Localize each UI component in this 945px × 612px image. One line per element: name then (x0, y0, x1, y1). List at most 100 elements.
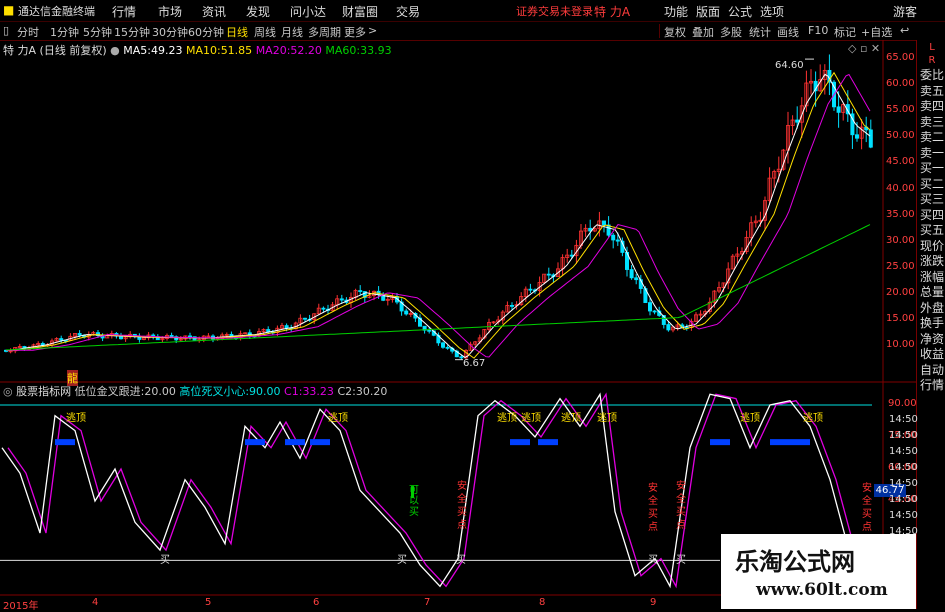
panel-tab[interactable]: 卖五 (919, 84, 945, 99)
period-60min[interactable]: 60分钟 (188, 24, 224, 40)
watermark-url: www.60lt.com (756, 580, 888, 600)
panel-tab[interactable]: 买三 (919, 192, 945, 207)
period-monthly[interactable]: 月线 (281, 24, 303, 40)
panel-tab[interactable]: 买五 (919, 223, 945, 238)
candle-body (440, 342, 445, 348)
panel-tab[interactable]: 买一 (919, 161, 945, 176)
period-15min[interactable]: 15分钟 (114, 24, 150, 40)
param-label: C2: (337, 385, 356, 398)
panel-tab[interactable]: 现价 (919, 239, 945, 254)
tool-multistock[interactable]: 多股 (720, 24, 742, 40)
menu-trade[interactable]: 交易 (396, 3, 420, 20)
trade-time: 14:50 (889, 510, 918, 521)
candle-body (546, 273, 551, 276)
tool-f10[interactable]: F10 (808, 24, 828, 37)
menu-market[interactable]: 市场 (158, 3, 182, 20)
back-icon[interactable]: ↩ (900, 24, 909, 37)
safe-buy-signal: 安全买点 (648, 483, 658, 533)
can-buy-signal: 可以买 (409, 485, 419, 518)
candle-body (169, 335, 174, 338)
candle-body (509, 305, 514, 307)
ma60-line (5, 224, 871, 351)
panel-tab[interactable]: 买四 (919, 208, 945, 223)
period-1min[interactable]: 1分钟 (50, 24, 79, 40)
guest-label[interactable]: 游客 (893, 3, 917, 20)
more-arrow-icon[interactable]: > (368, 24, 377, 37)
candle-body (59, 338, 64, 341)
menu-options[interactable]: 选项 (760, 3, 784, 20)
param-value: 90.00 (249, 385, 281, 398)
panel-tab[interactable]: 卖二 (919, 130, 945, 145)
y-tick: 50.00 (886, 130, 915, 141)
panel-tab[interactable]: 卖一 (919, 146, 945, 161)
tool-overlay[interactable]: 叠加 (692, 24, 714, 40)
panel-tab[interactable]: 收益 (919, 347, 945, 362)
panel-tab[interactable]: 总量 (919, 285, 945, 300)
period-multi[interactable]: 多周期 (308, 24, 341, 40)
candle-body (321, 307, 326, 310)
panel-tab[interactable]: 涨跌 (919, 254, 945, 269)
peak-marker (770, 439, 790, 446)
candle-body (339, 298, 344, 301)
peak-marker (245, 439, 265, 446)
indicator-name[interactable]: 股票指标网 (16, 385, 71, 398)
menu-discover[interactable]: 发现 (246, 3, 270, 20)
tool-add-favorite[interactable]: +自选 (861, 24, 892, 40)
peak-marker (510, 439, 530, 446)
period-weekly[interactable]: 周线 (254, 24, 276, 40)
menu-ask[interactable]: 问小达 (290, 3, 326, 20)
period-daily[interactable]: 日线 (226, 24, 248, 40)
panel-tab[interactable]: 行情 (919, 378, 945, 393)
login-warning[interactable]: 证券交易未登录 (516, 3, 593, 19)
tool-draw[interactable]: 画线 (777, 24, 799, 40)
menu-news[interactable]: 资讯 (202, 3, 226, 20)
app-title: 通达信金融终端 (18, 5, 95, 18)
y-tick: 35.00 (886, 209, 915, 220)
panel-tab[interactable]: 净资 (919, 332, 945, 347)
param-label: C1: (284, 385, 303, 398)
candle-body (602, 220, 607, 226)
y-tick: 20.00 (886, 287, 915, 298)
menu-quotes[interactable]: 行情 (112, 3, 136, 20)
candle-body (445, 346, 450, 349)
param-label: 高位死叉小心: (179, 385, 250, 398)
period-timeshare[interactable]: 分时 (17, 24, 39, 40)
peak-marker (285, 439, 305, 446)
panel-tab[interactable]: 买二 (919, 177, 945, 192)
panel-tab[interactable]: 委比 (919, 68, 945, 83)
x-tick: 8 (539, 597, 546, 608)
menu-formula[interactable]: 公式 (728, 3, 752, 20)
peak-marker (790, 439, 810, 446)
buy-signal: 买 (397, 555, 407, 566)
period-more[interactable]: 更多 (344, 24, 366, 40)
menu-layout[interactable]: 版面 (696, 3, 720, 20)
menu-function[interactable]: 功能 (664, 3, 688, 20)
page-icon[interactable]: ▯ (3, 24, 9, 37)
period-5min[interactable]: 5分钟 (83, 24, 112, 40)
candle-body (611, 234, 616, 241)
panel-tab[interactable]: 卖三 (919, 115, 945, 130)
buy-signal: 买 (676, 555, 686, 566)
candle-body (666, 324, 671, 331)
panel-toggle-r[interactable]: R (919, 53, 945, 68)
escape-signal: 逃顶 (497, 413, 517, 424)
y-tick: 60.00 (886, 78, 915, 89)
indicator-info: ◎ 股票指标网 低位金叉跟进:20.00 高位死叉小心:90.00 C1:33.… (3, 383, 387, 399)
panel-tab[interactable]: 涨幅 (919, 270, 945, 285)
panel-tab[interactable]: 外盘 (919, 301, 945, 316)
panel-tab[interactable]: 卖四 (919, 99, 945, 114)
panel-tab[interactable]: 换手 (919, 316, 945, 331)
period-30min[interactable]: 30分钟 (152, 24, 188, 40)
y-tick: 55.00 (886, 104, 915, 115)
indicator-settings-icon[interactable]: ◎ (3, 385, 13, 398)
tool-adjust[interactable]: 复权 (664, 24, 686, 40)
panel-tab[interactable]: 自动 (919, 363, 945, 378)
dragon-marker: 龍 (67, 370, 78, 386)
tool-stats[interactable]: 统计 (749, 24, 771, 40)
tool-mark[interactable]: 标记 (834, 24, 856, 40)
buy-signal: 买 (160, 555, 170, 566)
menu-wealth[interactable]: 财富圈 (342, 3, 378, 20)
y-tick: 10.00 (886, 339, 915, 350)
candle-body (284, 325, 289, 329)
buy-signal: 买 (648, 555, 658, 566)
